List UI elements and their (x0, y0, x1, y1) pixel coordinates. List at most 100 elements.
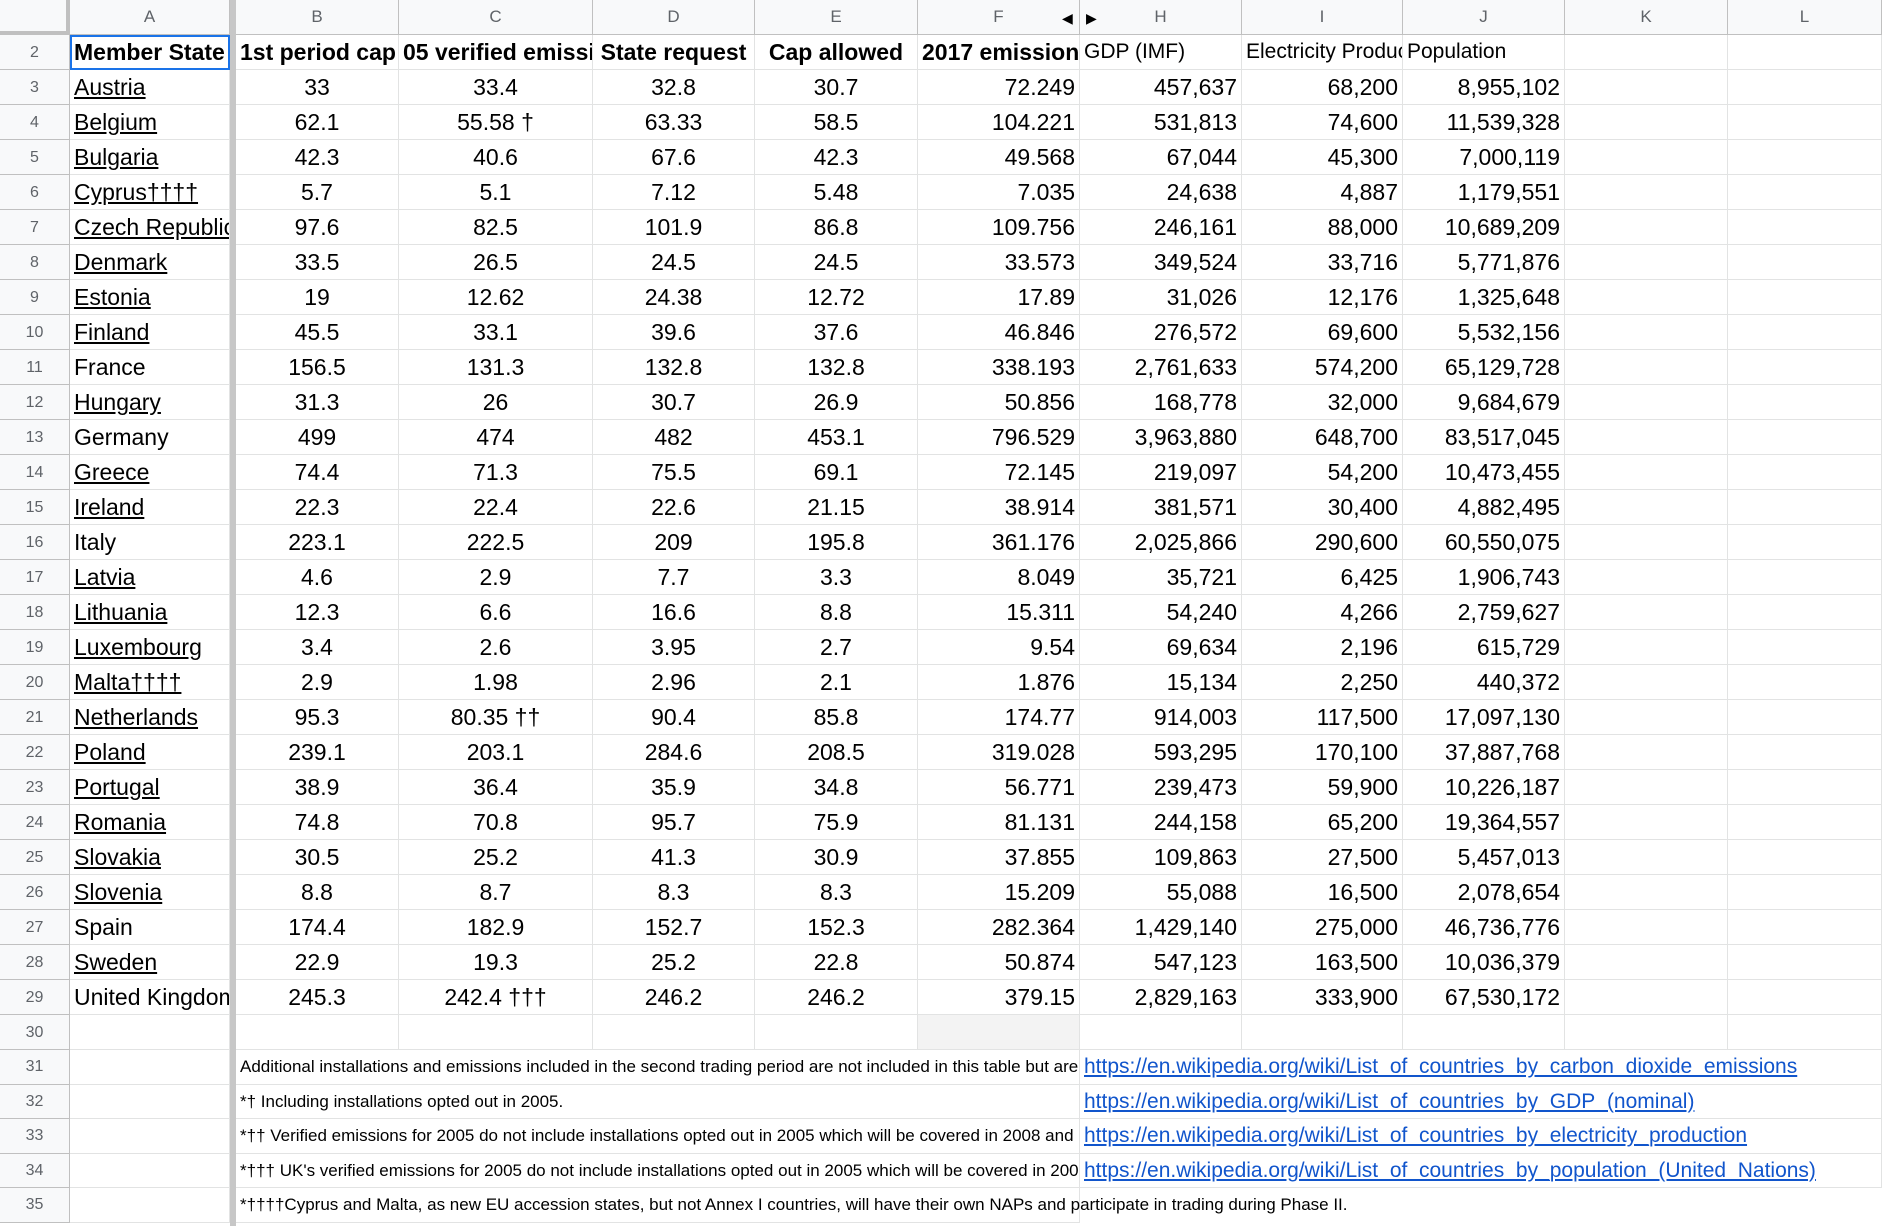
header-cell-first-period-cap[interactable]: 1st period cap (236, 35, 399, 70)
data-cell-d[interactable]: 7.12 (593, 175, 755, 210)
empty-cell[interactable] (70, 1050, 230, 1085)
empty-cell[interactable] (1728, 385, 1882, 420)
empty-cell[interactable] (1728, 595, 1882, 630)
data-cell-c[interactable]: 242.4 ††† (399, 980, 593, 1015)
data-cell-e[interactable]: 58.5 (755, 105, 918, 140)
member-state-cell[interactable]: Portugal (70, 770, 230, 805)
row-header-22[interactable]: 22 (0, 735, 70, 770)
data-cell-f[interactable]: 49.568 (918, 140, 1080, 175)
data-cell-f[interactable]: 72.145 (918, 455, 1080, 490)
empty-cell[interactable] (1728, 770, 1882, 805)
header-cell-cap-allowed[interactable]: Cap allowed (755, 35, 918, 70)
column-header-a[interactable]: A (70, 0, 230, 35)
data-cell-b[interactable]: 19 (236, 280, 399, 315)
empty-cell[interactable] (1565, 1015, 1728, 1050)
source-link[interactable]: https://en.wikipedia.org/wiki/List_of_co… (1080, 1119, 1882, 1154)
data-cell-i[interactable]: 275,000 (1242, 910, 1403, 945)
data-cell-f[interactable]: 37.855 (918, 840, 1080, 875)
data-cell-c[interactable]: 6.6 (399, 595, 593, 630)
column-header-b[interactable]: B (236, 0, 399, 35)
data-cell-j[interactable]: 8,955,102 (1403, 70, 1565, 105)
empty-cell[interactable] (1728, 840, 1882, 875)
empty-cell[interactable] (1728, 350, 1882, 385)
member-state-cell[interactable]: Sweden (70, 945, 230, 980)
data-cell-j[interactable]: 10,036,379 (1403, 945, 1565, 980)
data-cell-d[interactable]: 2.96 (593, 665, 755, 700)
empty-cell[interactable] (1565, 140, 1728, 175)
data-cell-b[interactable]: 33 (236, 70, 399, 105)
empty-cell[interactable] (70, 1188, 230, 1223)
data-cell-f[interactable]: 361.176 (918, 525, 1080, 560)
member-state-cell[interactable]: Finland (70, 315, 230, 350)
data-cell-c[interactable]: 70.8 (399, 805, 593, 840)
empty-cell[interactable] (1565, 805, 1728, 840)
data-cell-j[interactable]: 5,532,156 (1403, 315, 1565, 350)
data-cell-c[interactable]: 474 (399, 420, 593, 455)
data-cell-j[interactable]: 11,539,328 (1403, 105, 1565, 140)
empty-cell[interactable] (1728, 630, 1882, 665)
row-header-16[interactable]: 16 (0, 525, 70, 560)
header-cell-population[interactable]: Population (1403, 35, 1565, 70)
row-header-10[interactable]: 10 (0, 315, 70, 350)
empty-cell[interactable] (1565, 315, 1728, 350)
data-cell-c[interactable]: 5.1 (399, 175, 593, 210)
row-header-4[interactable]: 4 (0, 105, 70, 140)
header-cell-electricity[interactable]: Electricity Produc (1242, 35, 1403, 70)
empty-cell[interactable] (593, 1015, 755, 1050)
row-header-23[interactable]: 23 (0, 770, 70, 805)
empty-cell[interactable] (1728, 245, 1882, 280)
empty-cell[interactable] (1728, 175, 1882, 210)
column-header-e[interactable]: E (755, 0, 918, 35)
empty-cell[interactable] (1565, 35, 1728, 70)
data-cell-b[interactable]: 95.3 (236, 700, 399, 735)
data-cell-e[interactable]: 8.3 (755, 875, 918, 910)
member-state-cell[interactable]: Latvia (70, 560, 230, 595)
hidden-column-left-arrow-icon[interactable]: ◀ (1062, 10, 1073, 27)
data-cell-e[interactable]: 21.15 (755, 490, 918, 525)
data-cell-i[interactable]: 163,500 (1242, 945, 1403, 980)
member-state-cell[interactable]: Greece (70, 455, 230, 490)
data-cell-h[interactable]: 24,638 (1080, 175, 1242, 210)
data-cell-h[interactable]: 55,088 (1080, 875, 1242, 910)
data-cell-h[interactable]: 457,637 (1080, 70, 1242, 105)
empty-cell[interactable] (70, 1119, 230, 1154)
data-cell-d[interactable]: 67.6 (593, 140, 755, 175)
data-cell-i[interactable]: 88,000 (1242, 210, 1403, 245)
member-state-cell[interactable]: Austria (70, 70, 230, 105)
data-cell-j[interactable]: 37,887,768 (1403, 735, 1565, 770)
member-state-cell[interactable]: Italy (70, 525, 230, 560)
data-cell-i[interactable]: 69,600 (1242, 315, 1403, 350)
member-state-cell[interactable]: Netherlands (70, 700, 230, 735)
data-cell-d[interactable]: 132.8 (593, 350, 755, 385)
row-header-28[interactable]: 28 (0, 945, 70, 980)
data-cell-i[interactable]: 12,176 (1242, 280, 1403, 315)
data-cell-h[interactable]: 1,429,140 (1080, 910, 1242, 945)
data-cell-b[interactable]: 8.8 (236, 875, 399, 910)
row-header-30[interactable]: 30 (0, 1015, 70, 1050)
data-cell-d[interactable]: 7.7 (593, 560, 755, 595)
data-cell-b[interactable]: 12.3 (236, 595, 399, 630)
data-cell-d[interactable]: 30.7 (593, 385, 755, 420)
data-cell-c[interactable]: 2.9 (399, 560, 593, 595)
member-state-cell[interactable]: Spain (70, 910, 230, 945)
row-header-8[interactable]: 8 (0, 245, 70, 280)
row-header-11[interactable]: 11 (0, 350, 70, 385)
data-cell-j[interactable]: 10,473,455 (1403, 455, 1565, 490)
empty-cell[interactable] (1565, 945, 1728, 980)
data-cell-h[interactable]: 276,572 (1080, 315, 1242, 350)
member-state-cell[interactable]: Hungary (70, 385, 230, 420)
data-cell-j[interactable]: 440,372 (1403, 665, 1565, 700)
data-cell-c[interactable]: 203.1 (399, 735, 593, 770)
empty-cell[interactable] (1728, 805, 1882, 840)
data-cell-f[interactable]: 33.573 (918, 245, 1080, 280)
data-cell-d[interactable]: 101.9 (593, 210, 755, 245)
data-cell-b[interactable]: 30.5 (236, 840, 399, 875)
data-cell-d[interactable]: 39.6 (593, 315, 755, 350)
data-cell-c[interactable]: 26.5 (399, 245, 593, 280)
data-cell-f[interactable]: 7.035 (918, 175, 1080, 210)
data-cell-c[interactable]: 19.3 (399, 945, 593, 980)
data-cell-e[interactable]: 42.3 (755, 140, 918, 175)
data-cell-d[interactable]: 482 (593, 420, 755, 455)
data-cell-i[interactable]: 574,200 (1242, 350, 1403, 385)
header-cell-verified-2005[interactable]: 05 verified emissic (399, 35, 593, 70)
